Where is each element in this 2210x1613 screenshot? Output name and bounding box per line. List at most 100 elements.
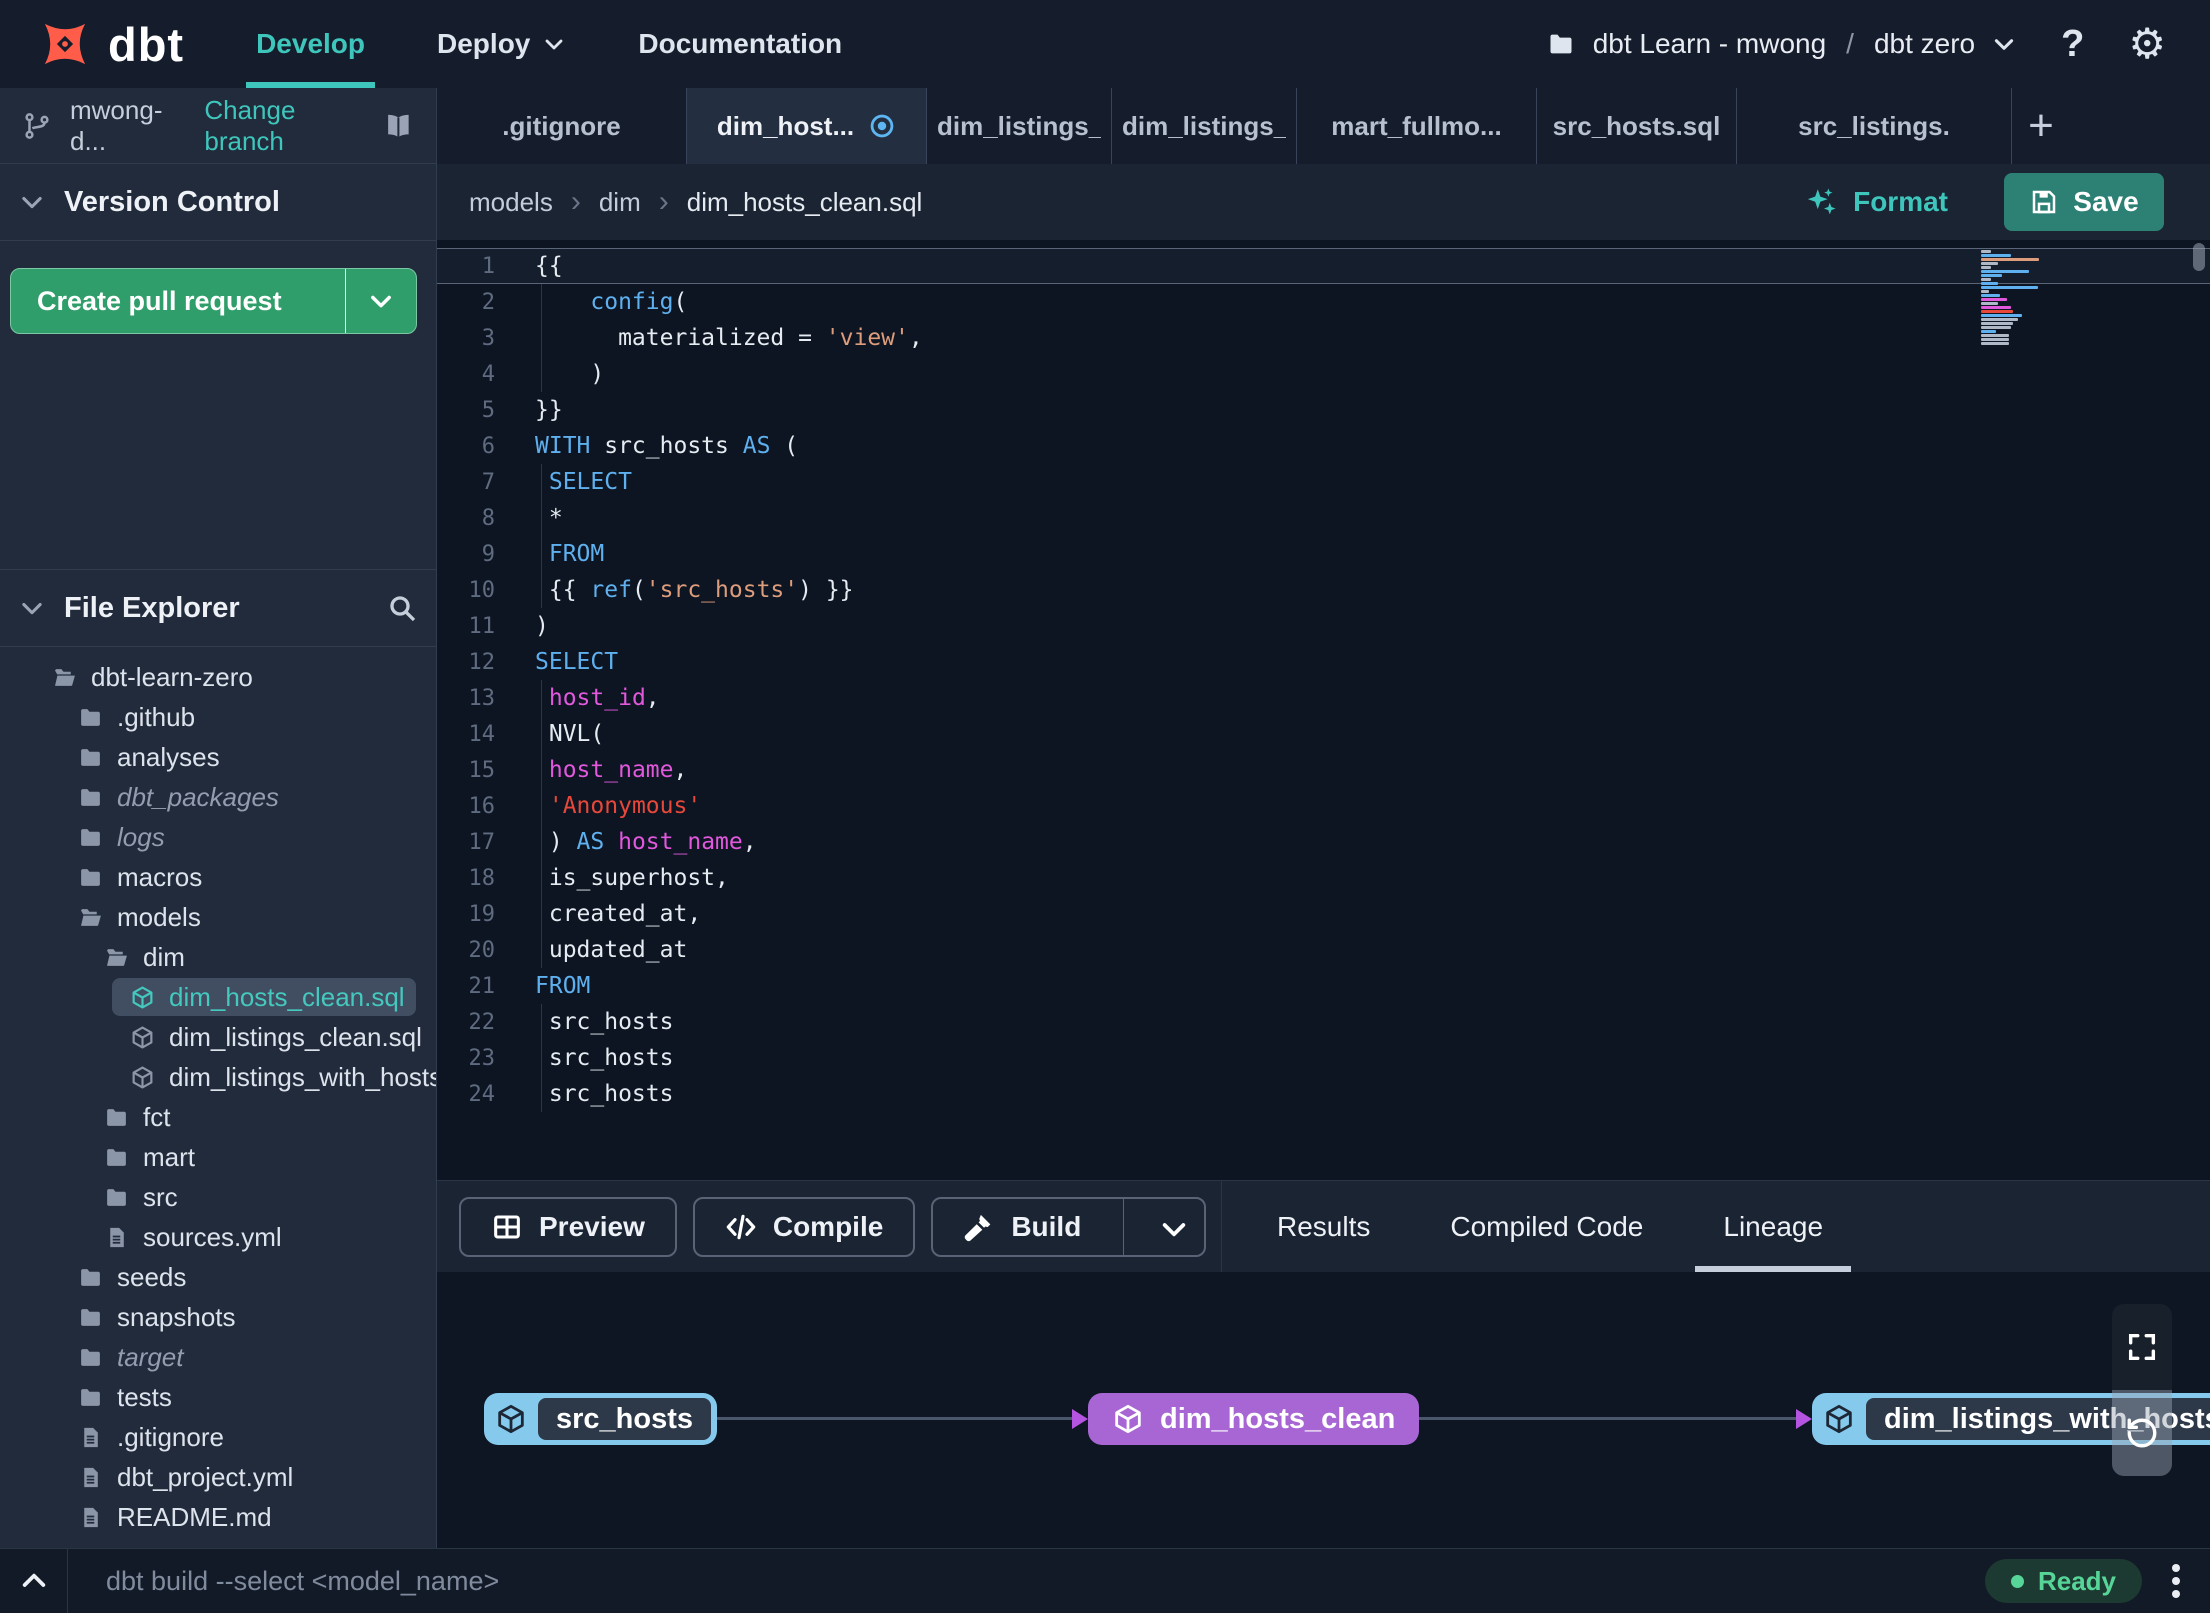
panel-tab-compiled-code[interactable]: Compiled Code	[1410, 1181, 1683, 1272]
code-line-17[interactable]: 17 ) AS host_name,	[437, 824, 2210, 860]
breadcrumb-item[interactable]: models	[469, 187, 553, 218]
breadcrumb-item[interactable]: dim_hosts_clean.sql	[687, 187, 923, 218]
version-control-header[interactable]: Version Control	[0, 164, 436, 241]
editor-tab-dim_host...[interactable]: dim_host...	[687, 88, 927, 164]
editor-tab-.gitignore[interactable]: .gitignore	[437, 88, 687, 164]
panel-tab-results[interactable]: Results	[1237, 1181, 1410, 1272]
tree-item-macros[interactable]: macros	[0, 857, 436, 897]
tree-item-.github[interactable]: .github	[0, 697, 436, 737]
nav-item-documentation[interactable]: Documentation	[638, 0, 842, 88]
tree-item-models[interactable]: models	[0, 897, 436, 937]
tree-item-target[interactable]: target	[0, 1337, 436, 1377]
format-button[interactable]: Format	[1805, 185, 1948, 219]
code-line-9[interactable]: 9 FROM	[437, 536, 2210, 572]
tree-item-dim[interactable]: dim	[0, 937, 436, 977]
tree-item-mart[interactable]: mart	[0, 1137, 436, 1177]
code-line-21[interactable]: 21 FROM	[437, 968, 2210, 1004]
tree-item-README.md[interactable]: README.md	[0, 1497, 436, 1537]
code-line-8[interactable]: 8 *	[437, 500, 2210, 536]
project-selector[interactable]: dbt Learn - mwong / dbt zero	[1545, 28, 2017, 60]
code-line-10[interactable]: 10 {{ ref('src_hosts') }}	[437, 572, 2210, 608]
code-line-18[interactable]: 18 is_superhost,	[437, 860, 2210, 896]
code-line-11[interactable]: 11)	[437, 608, 2210, 644]
lineage-refresh-button[interactable]	[2112, 1390, 2172, 1476]
change-branch-link[interactable]: Change branch	[204, 95, 365, 157]
lineage-node-dim_hosts_clean[interactable]: dim_hosts_clean	[1088, 1393, 1420, 1445]
breadcrumb-item[interactable]: dim	[599, 187, 641, 218]
editor-tab-dim_listings_...[interactable]: dim_listings_...	[1112, 88, 1297, 164]
code-line-23[interactable]: 23 src_hosts	[437, 1040, 2210, 1076]
add-tab-button[interactable]: +	[2012, 88, 2070, 164]
editor-tab-mart_fullmo...[interactable]: mart_fullmo...	[1297, 88, 1537, 164]
code-token: ) }}	[798, 577, 854, 603]
code-line-2[interactable]: 2 config(	[437, 284, 2210, 320]
tree-item-dim_listings_with_hosts...[interactable]: dim_listings_with_hosts...	[0, 1057, 436, 1097]
lineage-node-src_hosts[interactable]: src_hosts	[484, 1393, 718, 1445]
tree-item-analyses[interactable]: analyses	[0, 737, 436, 777]
command-bar-toggle[interactable]	[0, 1549, 68, 1613]
code-line-19[interactable]: 19 created_at,	[437, 896, 2210, 932]
tab-label: dim_host...	[716, 110, 855, 141]
overflow-menu-button[interactable]	[2168, 1560, 2184, 1602]
search-icon[interactable]	[386, 592, 418, 624]
editor-minimap[interactable]	[1981, 250, 2043, 346]
preview-button[interactable]: Preview	[459, 1196, 677, 1257]
tree-item-dbt-learn-zero[interactable]: dbt-learn-zero	[0, 657, 436, 697]
build-button[interactable]: Build	[931, 1196, 1207, 1257]
help-button[interactable]: ?	[2061, 23, 2084, 66]
code-line-22[interactable]: 22 src_hosts	[437, 1004, 2210, 1040]
code-line-16[interactable]: 16 'Anonymous'	[437, 788, 2210, 824]
settings-gear-icon[interactable]: ⚙	[2128, 23, 2166, 65]
editor-scrollbar-thumb[interactable]	[2193, 243, 2205, 271]
code-line-15[interactable]: 15 host_name,	[437, 752, 2210, 788]
tree-item-.gitignore[interactable]: .gitignore	[0, 1417, 436, 1457]
tree-item-dbt_packages[interactable]: dbt_packages	[0, 777, 436, 817]
dbt-logo[interactable]: dbt	[36, 15, 184, 73]
code-line-6[interactable]: 6 WITH src_hosts AS (	[437, 428, 2210, 464]
file-explorer-header[interactable]: File Explorer	[0, 570, 436, 647]
minimap-line	[1981, 254, 2012, 257]
editor-actions: Preview Compile Build	[459, 1196, 1207, 1257]
code-token: ,	[742, 829, 757, 855]
save-button[interactable]: Save	[2004, 173, 2164, 231]
code-line-24[interactable]: 24 src_hosts	[437, 1076, 2210, 1112]
tree-item-dbt_project.yml[interactable]: dbt_project.yml	[0, 1457, 436, 1497]
panel-tab-lineage[interactable]: Lineage	[1683, 1181, 1863, 1272]
tree-item-src[interactable]: src	[0, 1177, 436, 1217]
build-options-button[interactable]	[1140, 1199, 1204, 1255]
tree-item-sources.yml[interactable]: sources.yml	[0, 1217, 436, 1257]
lineage-fullscreen-button[interactable]	[2112, 1304, 2172, 1390]
command-input[interactable]: dbt build --select <model_name>	[106, 1566, 499, 1597]
code-line-1[interactable]: 1 {{	[437, 248, 2210, 284]
code-line-14[interactable]: 14 NVL(	[437, 716, 2210, 752]
rotate-ccw-icon	[2125, 1416, 2159, 1450]
tree-item-dim_listings_clean.sql[interactable]: dim_listings_clean.sql	[0, 1017, 436, 1057]
code-token: (	[631, 577, 646, 603]
editor-tab-dim_listings_...[interactable]: dim_listings_...	[927, 88, 1112, 164]
code-line-7[interactable]: 7 SELECT	[437, 464, 2210, 500]
code-line-20[interactable]: 20 updated_at	[437, 932, 2210, 968]
create-pull-request-button[interactable]: Create pull request	[10, 268, 417, 334]
code-line-4[interactable]: 4 )	[437, 356, 2210, 392]
code-editor[interactable]: 1{{2 config(3 materialized = 'view', 4 ) 5…	[437, 240, 2210, 1180]
tree-item-fct[interactable]: fct	[0, 1097, 436, 1137]
create-pull-request-label[interactable]: Create pull request	[11, 269, 345, 333]
pull-request-options-button[interactable]	[346, 269, 416, 333]
tree-item-seeds[interactable]: seeds	[0, 1257, 436, 1297]
docs-book-icon[interactable]	[383, 111, 414, 141]
code-line-13[interactable]: 13 host_id,	[437, 680, 2210, 716]
tree-item-snapshots[interactable]: snapshots	[0, 1297, 436, 1337]
code-line-3[interactable]: 3 materialized = 'view',	[437, 320, 2210, 356]
tree-item-dim_hosts_clean.sql[interactable]: dim_hosts_clean.sql	[0, 977, 436, 1017]
nav-item-deploy[interactable]: Deploy	[437, 0, 566, 88]
editor-tab-src_hosts.sql[interactable]: src_hosts.sql	[1537, 88, 1737, 164]
compile-button[interactable]: Compile	[692, 1196, 916, 1257]
code-line-12[interactable]: 12 SELECT	[437, 644, 2210, 680]
editor-tab-src_listings.[interactable]: src_listings.	[1737, 88, 2012, 164]
tree-item-tests[interactable]: tests	[0, 1377, 436, 1417]
build-main-button[interactable]: Build	[933, 1199, 1107, 1255]
code-text: config(	[495, 289, 687, 315]
nav-item-develop[interactable]: Develop	[246, 0, 375, 88]
tree-item-logs[interactable]: logs	[0, 817, 436, 857]
code-line-5[interactable]: 5}}	[437, 392, 2210, 428]
